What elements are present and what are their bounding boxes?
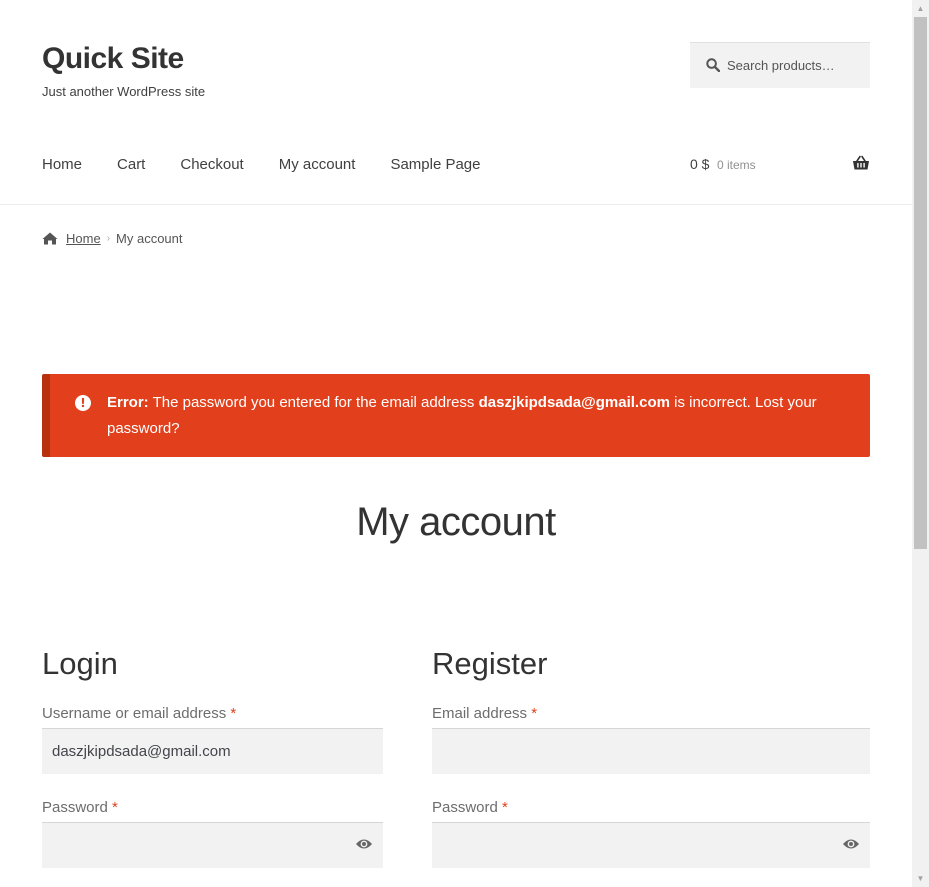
page: Quick Site Just another WordPress site H… — [0, 0, 912, 887]
username-label: Username or email address * — [42, 705, 236, 722]
breadcrumb: Home › My account — [42, 229, 183, 247]
nav-item-cart[interactable]: Cart — [117, 154, 145, 176]
required-mark: * — [531, 705, 538, 722]
login-password-label-text: Password — [42, 799, 108, 816]
login-password-label: Password * — [42, 799, 118, 816]
register-password-input[interactable] — [432, 822, 870, 868]
scroll-down-arrow-icon[interactable]: ▼ — [912, 870, 929, 887]
error-message-part: The password you entered for the email a… — [148, 394, 479, 411]
header-cart[interactable]: 0 $ 0 items — [690, 154, 870, 176]
cart-count: 0 items — [717, 158, 756, 172]
username-input[interactable] — [42, 728, 383, 774]
vertical-scrollbar[interactable]: ▲ ▼ — [912, 0, 929, 887]
nav-item-my-account[interactable]: My account — [279, 154, 356, 176]
required-mark: * — [230, 705, 237, 722]
exclamation-icon: ! — [75, 395, 91, 411]
header-divider — [0, 204, 912, 205]
nav-item-checkout[interactable]: Checkout — [180, 154, 243, 176]
site-tagline: Just another WordPress site — [42, 84, 206, 99]
basket-icon[interactable] — [852, 155, 870, 171]
required-mark: * — [502, 799, 508, 816]
show-password-eye-icon[interactable] — [842, 838, 860, 850]
error-message: Error: The password you entered for the … — [107, 390, 827, 442]
search-input[interactable] — [727, 43, 865, 87]
home-icon — [42, 232, 58, 245]
scroll-up-arrow-icon[interactable]: ▲ — [912, 0, 929, 17]
page-title: My account — [356, 500, 556, 544]
breadcrumb-separator-icon: › — [106, 232, 111, 244]
error-notice: ! Error: The password you entered for th… — [42, 374, 870, 457]
cart-amount: 0 $ — [690, 156, 710, 172]
breadcrumb-current: My account — [116, 230, 183, 246]
scrollbar-thumb[interactable] — [914, 17, 927, 549]
login-password-input[interactable] — [42, 822, 383, 868]
nav-item-sample-page[interactable]: Sample Page — [390, 154, 480, 176]
login-title: Login — [42, 646, 118, 681]
search-icon — [706, 58, 720, 72]
register-email-label: Email address * — [432, 705, 537, 722]
search-box[interactable] — [690, 42, 870, 88]
error-email: daszjkipdsada@gmail.com — [478, 394, 670, 411]
breadcrumb-home-link[interactable]: Home — [66, 231, 101, 246]
username-label-text: Username or email address — [42, 705, 227, 722]
site-title[interactable]: Quick Site — [42, 42, 184, 76]
register-email-input[interactable] — [432, 728, 870, 774]
nav-item-home[interactable]: Home — [42, 154, 82, 176]
register-password-label-text: Password — [432, 799, 498, 816]
register-password-label: Password * — [432, 799, 508, 816]
show-password-eye-icon[interactable] — [355, 838, 373, 850]
register-title: Register — [432, 646, 548, 681]
required-mark: * — [112, 799, 118, 816]
error-label: Error: — [107, 394, 149, 411]
primary-nav: Home Cart Checkout My account Sample Pag… — [42, 154, 516, 176]
register-email-label-text: Email address — [432, 705, 528, 722]
